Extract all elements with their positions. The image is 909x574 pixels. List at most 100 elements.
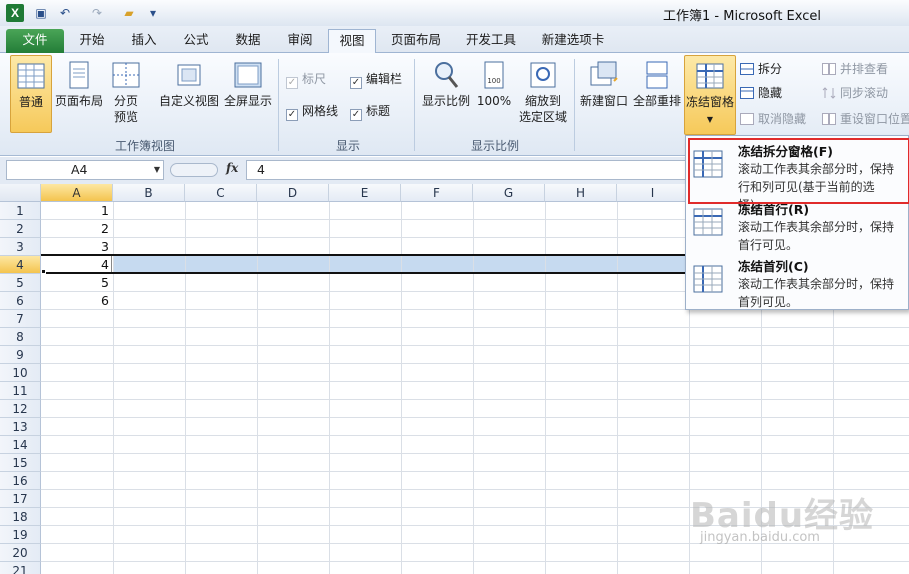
custom-views-button[interactable]: 自定义视图 xyxy=(158,55,220,133)
row-header[interactable]: 5 xyxy=(0,274,41,292)
column-header[interactable]: I xyxy=(617,184,689,202)
open-folder-icon[interactable]: ▰ xyxy=(120,4,138,22)
tab-file[interactable]: 文件 xyxy=(6,29,64,53)
ruler-checkbox[interactable]: ✓ 标尺 xyxy=(286,69,326,89)
row-header[interactable]: 3 xyxy=(0,238,41,256)
menu-item-freeze-first-column[interactable]: 冻结首列(C) 滚动工作表其余部分时，保持首列可见。 xyxy=(686,253,908,311)
hide-button[interactable]: 隐藏 xyxy=(740,83,782,103)
tab-insert[interactable]: 插入 xyxy=(122,29,166,53)
tab-review[interactable]: 审阅 xyxy=(278,29,322,53)
menu-item-freeze-top-row[interactable]: 冻结首行(R) 滚动工作表其余部分时，保持首行可见。 xyxy=(686,196,908,254)
arrange-all-icon xyxy=(646,61,668,89)
row-header[interactable]: 13 xyxy=(0,418,41,436)
full-screen-button[interactable]: 全屏显示 xyxy=(222,55,274,133)
row-header[interactable]: 8 xyxy=(0,328,41,346)
headings-checkbox[interactable]: ✓ 标题 xyxy=(350,101,390,121)
row-header[interactable]: 20 xyxy=(0,544,41,562)
page-break-icon xyxy=(112,62,140,88)
cell-a2[interactable]: 2 xyxy=(42,220,109,238)
column-header[interactable]: F xyxy=(401,184,473,202)
column-header[interactable]: H xyxy=(545,184,617,202)
zoom-button[interactable]: 显示比例 xyxy=(420,55,472,133)
sync-scroll-button[interactable]: 同步滚动 xyxy=(822,83,888,103)
active-cell[interactable] xyxy=(42,256,112,273)
new-window-icon xyxy=(590,61,618,86)
row-header[interactable]: 7 xyxy=(0,310,41,328)
formula-bar-checkbox[interactable]: ✓ 编辑栏 xyxy=(350,69,402,89)
column-header[interactable]: A xyxy=(41,184,113,202)
page-layout-view-button[interactable]: 页面布局 xyxy=(54,55,104,133)
zoom-to-selection-button[interactable]: 缩放到 选定区域 xyxy=(516,55,570,133)
zoom-selection-label-2: 选定区域 xyxy=(518,110,567,124)
tab-developer[interactable]: 开发工具 xyxy=(460,29,522,53)
tab-new-tab[interactable]: 新建选项卡 xyxy=(536,29,610,53)
split-icon xyxy=(740,63,754,75)
row-header[interactable]: 14 xyxy=(0,436,41,454)
gridline xyxy=(329,202,330,574)
row-header[interactable]: 12 xyxy=(0,400,41,418)
view-side-by-side-button[interactable]: 并排查看 xyxy=(822,59,888,79)
tab-view[interactable]: 视图 xyxy=(328,29,376,54)
full-screen-label: 全屏显示 xyxy=(223,94,272,108)
chevron-down-icon[interactable]: ▼ xyxy=(154,161,160,179)
row-header[interactable]: 21 xyxy=(0,562,41,574)
cell-a6[interactable]: 6 xyxy=(42,292,109,310)
formula-bar-splitter[interactable] xyxy=(170,163,218,177)
column-header[interactable]: G xyxy=(473,184,545,202)
row-header[interactable]: 6 xyxy=(0,292,41,310)
row-header[interactable]: 9 xyxy=(0,346,41,364)
row-header[interactable]: 4 xyxy=(0,256,41,274)
column-header[interactable]: D xyxy=(257,184,329,202)
new-window-button[interactable]: 新建窗口 xyxy=(578,55,630,133)
customize-qat-icon[interactable]: ▾ xyxy=(144,4,162,22)
custom-view-label: 自定义视图 xyxy=(158,94,219,108)
excel-logo-icon[interactable]: X xyxy=(6,4,24,22)
gridlines-checkbox[interactable]: ✓ 网格线 xyxy=(286,101,338,121)
save-icon[interactable]: ▣ xyxy=(32,4,50,22)
sync-scroll-icon xyxy=(822,87,836,99)
column-header[interactable]: C xyxy=(185,184,257,202)
freeze-panes-button[interactable]: 冻结窗格 ▼ xyxy=(684,55,736,135)
cell-a5[interactable]: 5 xyxy=(42,274,109,292)
undo-icon[interactable]: ↶ xyxy=(56,4,74,22)
arrange-all-button[interactable]: 全部重排 xyxy=(632,55,682,133)
tab-formulas[interactable]: 公式 xyxy=(174,29,218,53)
name-box[interactable]: A4 ▼ xyxy=(6,160,164,180)
cell-a1[interactable]: 1 xyxy=(42,202,109,220)
row-header[interactable]: 11 xyxy=(0,382,41,400)
reset-position-label: 重设窗口位置 xyxy=(840,112,909,126)
column-header[interactable]: B xyxy=(113,184,185,202)
zoom-100-button[interactable]: 100 100% xyxy=(476,55,512,133)
tab-page-layout[interactable]: 页面布局 xyxy=(386,29,446,53)
menu-item-title: 冻结首列(C) xyxy=(738,259,809,274)
tab-home[interactable]: 开始 xyxy=(70,29,114,53)
side-by-side-label: 并排查看 xyxy=(840,62,889,76)
gridline xyxy=(257,202,258,574)
fill-handle[interactable] xyxy=(41,269,46,274)
gridline xyxy=(41,381,909,382)
row-header[interactable]: 15 xyxy=(0,454,41,472)
menu-item-desc: 滚动工作表其余部分时，保持首列可见。 xyxy=(738,277,895,309)
redo-icon[interactable]: ↷ xyxy=(88,4,106,22)
normal-view-button[interactable]: 普通 xyxy=(10,55,52,133)
row-header[interactable]: 18 xyxy=(0,508,41,526)
group-separator xyxy=(414,59,415,151)
gridline xyxy=(41,363,909,364)
custom-view-icon xyxy=(177,64,201,86)
gridline xyxy=(113,202,114,574)
row-header[interactable]: 1 xyxy=(0,202,41,220)
row-header[interactable]: 17 xyxy=(0,490,41,508)
row-header[interactable]: 10 xyxy=(0,364,41,382)
unhide-button[interactable]: 取消隐藏 xyxy=(740,109,806,129)
tab-data[interactable]: 数据 xyxy=(226,29,270,53)
row-header[interactable]: 16 xyxy=(0,472,41,490)
select-all-corner[interactable] xyxy=(0,184,41,202)
row-header[interactable]: 19 xyxy=(0,526,41,544)
column-header[interactable]: E xyxy=(329,184,401,202)
row-header[interactable]: 2 xyxy=(0,220,41,238)
zoom-selection-icon xyxy=(530,62,556,88)
reset-window-position-button[interactable]: 重设窗口位置 xyxy=(822,109,909,129)
insert-function-icon[interactable]: fx xyxy=(226,161,238,175)
page-break-preview-button[interactable]: 分页 预览 xyxy=(106,55,146,133)
split-button[interactable]: 拆分 xyxy=(740,59,782,79)
